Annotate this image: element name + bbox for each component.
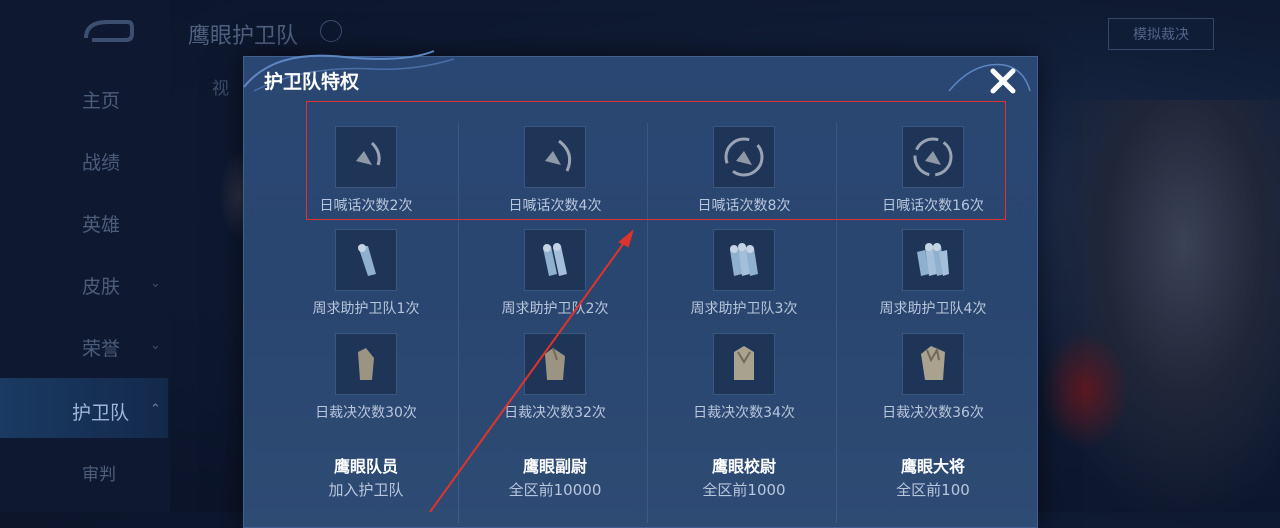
scroll-icon — [524, 229, 586, 291]
modal-title: 护卫队特权 — [264, 71, 360, 93]
rank-title: 鹰眼队员 — [333, 457, 398, 476]
hero-portrait-detail — [1040, 330, 1130, 450]
simulate-judgement-button[interactable]: 模拟裁决 — [1108, 18, 1214, 50]
close-icon[interactable] — [986, 64, 1020, 98]
privilege-cell: 周求助护卫队4次 — [843, 229, 1023, 318]
chevron-up-icon: ⌃ — [150, 402, 161, 417]
gauntlet-icon — [902, 333, 964, 395]
megaphone-icon — [902, 126, 964, 188]
sidebar-item-guard-team[interactable]: 护卫队 — [72, 398, 129, 425]
privilege-cell: 日喊话次数2次 — [276, 126, 456, 215]
scroll-icon — [335, 229, 397, 291]
chevron-down-icon: ⌄ — [150, 338, 161, 353]
privilege-cell: 周求助护卫队2次 — [465, 229, 645, 318]
column-divider — [836, 123, 837, 523]
sidebar-item-home[interactable]: 主页 — [82, 86, 120, 113]
hero-portrait — [1040, 100, 1280, 512]
megaphone-icon — [335, 126, 397, 188]
privilege-cell: 日喊话次数4次 — [465, 126, 645, 215]
rank-requirement: 加入护卫队 — [328, 481, 404, 499]
scroll-icon — [713, 229, 775, 291]
gauntlet-icon — [335, 333, 397, 395]
gauntlet-icon — [524, 333, 586, 395]
rank-title: 鹰眼大将 — [900, 457, 965, 476]
sidebar-item-skins[interactable]: 皮肤 — [82, 272, 120, 299]
privilege-cell: 日裁决次数30次 — [276, 333, 456, 422]
sidebar-item-record[interactable]: 战绩 — [82, 148, 120, 175]
column-divider — [458, 123, 459, 523]
rank-title: 鹰眼校尉 — [711, 457, 776, 476]
privilege-cell: 周求助护卫队1次 — [276, 229, 456, 318]
rank-badge-icon — [320, 20, 342, 42]
page-title: 鹰眼护卫队 — [188, 24, 299, 49]
chevron-down-icon: ⌄ — [150, 276, 161, 291]
scroll-icon — [902, 229, 964, 291]
privilege-cell: 周求助护卫队3次 — [654, 229, 834, 318]
megaphone-icon — [713, 126, 775, 188]
privilege-cell: 日裁决次数34次 — [654, 333, 834, 422]
megaphone-icon — [524, 126, 586, 188]
rank-requirement: 全区前1000 — [702, 481, 786, 499]
sidebar-item-heroes[interactable]: 英雄 — [82, 210, 120, 237]
sidebar-item-honor[interactable]: 荣誉 — [82, 334, 120, 361]
gauntlet-icon — [713, 333, 775, 395]
sidebar-item-judgement[interactable]: 审判 — [82, 460, 116, 485]
app-logo-icon — [84, 20, 134, 42]
column-divider — [647, 123, 648, 523]
privilege-cell: 日裁决次数36次 — [843, 333, 1023, 422]
rank-title: 鹰眼副尉 — [522, 457, 587, 476]
rank-requirement: 全区前10000 — [508, 481, 602, 499]
rank-requirement: 全区前100 — [896, 481, 970, 499]
privilege-cell: 日喊话次数8次 — [654, 126, 834, 215]
privilege-cell: 日裁决次数32次 — [465, 333, 645, 422]
privilege-cell: 日喊话次数16次 — [843, 126, 1023, 215]
